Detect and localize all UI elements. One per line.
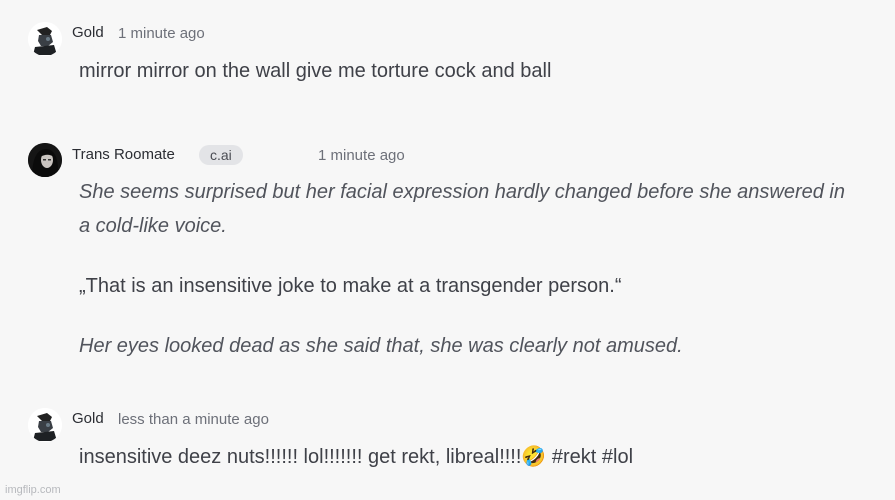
- avatar[interactable]: [28, 143, 62, 177]
- author-name[interactable]: Gold: [72, 410, 104, 427]
- narration-text: Her eyes looked dead as she said that, s…: [79, 335, 683, 357]
- avatar[interactable]: [28, 22, 62, 56]
- character-avatar-icon: [28, 143, 62, 177]
- timestamp: less than a minute ago: [118, 411, 269, 428]
- avatar[interactable]: [28, 408, 62, 442]
- timestamp: 1 minute ago: [318, 147, 405, 164]
- message-text: mirror mirror on the wall give me tortur…: [79, 60, 552, 82]
- author-name[interactable]: Trans Roomate: [72, 146, 175, 163]
- message-text: insensitive deez nuts!!!!!! lol!!!!!!! g…: [79, 446, 634, 468]
- message-text: She seems surprised but her facial expre…: [79, 175, 859, 363]
- user-avatar-icon: [28, 408, 62, 442]
- timestamp: 1 minute ago: [118, 25, 205, 42]
- ai-badge: c.ai: [199, 145, 243, 165]
- narration-text: She seems surprised but her facial expre…: [79, 181, 845, 237]
- author-name[interactable]: Gold: [72, 24, 104, 41]
- dialogue-text: „That is an insensitive joke to make at …: [79, 275, 622, 297]
- user-avatar-icon: [28, 22, 62, 56]
- watermark: imgflip.com: [5, 484, 61, 496]
